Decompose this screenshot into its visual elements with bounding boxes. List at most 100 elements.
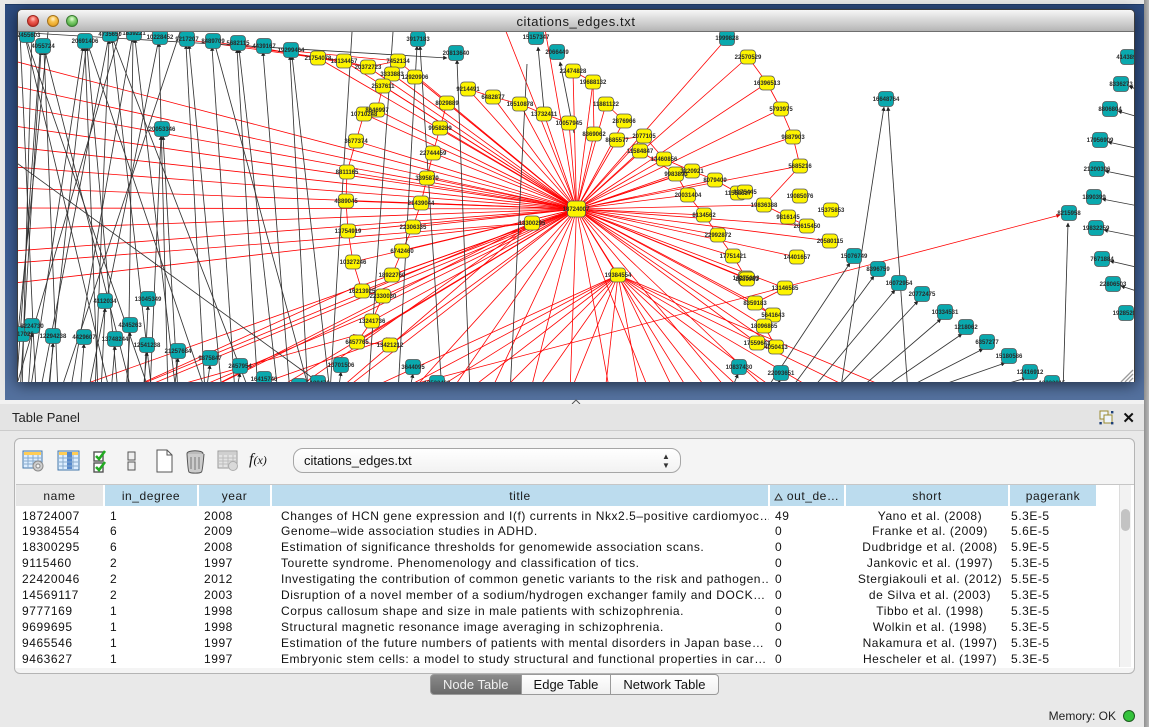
svg-text:5641643: 5641643 bbox=[761, 313, 785, 319]
svg-text:20813640: 20813640 bbox=[443, 51, 470, 57]
svg-text:22306335: 22306335 bbox=[400, 225, 427, 231]
svg-text:4429607: 4429607 bbox=[72, 335, 96, 341]
svg-text:12294238: 12294238 bbox=[40, 334, 67, 340]
svg-text:13701506: 13701506 bbox=[328, 363, 355, 369]
svg-text:8396759: 8396759 bbox=[866, 267, 890, 273]
svg-text:8224730: 8224730 bbox=[20, 324, 44, 330]
svg-text:12416912: 12416912 bbox=[1017, 370, 1044, 376]
svg-text:5793975: 5793975 bbox=[769, 107, 793, 113]
svg-text:22093651: 22093651 bbox=[768, 371, 795, 377]
svg-text:2537611: 2537611 bbox=[371, 84, 395, 90]
svg-text:5682115: 5682115 bbox=[226, 41, 250, 47]
svg-text:9214491: 9214491 bbox=[456, 87, 480, 93]
svg-text:20691406: 20691406 bbox=[72, 39, 99, 45]
svg-text:19836388: 19836388 bbox=[751, 203, 778, 209]
svg-text:13754919: 13754919 bbox=[335, 229, 362, 235]
svg-text:19688132: 19688132 bbox=[580, 80, 607, 86]
svg-text:8369062: 8369062 bbox=[582, 132, 606, 138]
svg-text:7452134: 7452134 bbox=[386, 59, 410, 65]
svg-text:19523409: 19523409 bbox=[424, 381, 451, 382]
svg-text:15375853: 15375853 bbox=[818, 208, 845, 214]
svg-text:16510878: 16510878 bbox=[507, 102, 534, 108]
svg-text:20031404: 20031404 bbox=[675, 193, 702, 199]
svg-text:21754078: 21754078 bbox=[305, 56, 332, 62]
svg-text:10327246: 10327246 bbox=[340, 260, 367, 266]
svg-text:16396513: 16396513 bbox=[754, 81, 781, 87]
svg-text:6482877: 6482877 bbox=[481, 95, 505, 101]
svg-text:12920906: 12920906 bbox=[402, 75, 429, 81]
svg-text:18096865: 18096865 bbox=[751, 324, 778, 330]
svg-text:21257684: 21257684 bbox=[165, 349, 192, 355]
svg-text:11881122: 11881122 bbox=[593, 102, 620, 108]
svg-text:13241736: 13241736 bbox=[359, 319, 386, 325]
svg-text:4112034: 4112034 bbox=[93, 299, 117, 305]
svg-text:19832259: 19832259 bbox=[1083, 226, 1110, 232]
svg-text:7671884: 7671884 bbox=[1090, 257, 1114, 263]
svg-text:18724007: 18724007 bbox=[563, 207, 590, 213]
svg-text:18300295: 18300295 bbox=[519, 221, 546, 227]
svg-text:19384554: 19384554 bbox=[605, 273, 632, 279]
svg-text:22992872: 22992872 bbox=[705, 233, 732, 239]
svg-text:21439044: 21439044 bbox=[408, 201, 435, 207]
svg-text:8134562: 8134562 bbox=[692, 213, 716, 219]
svg-text:12541238: 12541238 bbox=[134, 343, 161, 349]
svg-text:1839221: 1839221 bbox=[122, 32, 146, 37]
svg-text:19085076: 19085076 bbox=[787, 194, 814, 200]
svg-text:4735650: 4735650 bbox=[98, 32, 122, 38]
svg-text:16415740: 16415740 bbox=[251, 377, 278, 382]
svg-text:22474828: 22474828 bbox=[560, 69, 587, 75]
svg-text:6217026: 6217026 bbox=[18, 332, 34, 338]
svg-text:20372723: 20372723 bbox=[355, 65, 382, 71]
svg-text:8336273: 8336273 bbox=[1109, 82, 1133, 88]
svg-text:4439167: 4439167 bbox=[252, 44, 276, 50]
svg-text:15180586: 15180586 bbox=[996, 354, 1023, 360]
svg-text:8359183: 8359183 bbox=[743, 301, 767, 307]
svg-text:17751421: 17751421 bbox=[720, 254, 747, 260]
svg-text:8489709: 8489709 bbox=[201, 39, 225, 45]
svg-text:9816145: 9816145 bbox=[776, 215, 800, 221]
svg-text:8806804: 8806804 bbox=[1098, 107, 1122, 113]
svg-text:19299464: 19299464 bbox=[278, 48, 305, 54]
svg-text:4143890: 4143890 bbox=[1116, 55, 1134, 61]
svg-text:4050413: 4050413 bbox=[764, 345, 788, 351]
svg-text:4245263: 4245263 bbox=[118, 323, 142, 329]
svg-text:21200396: 21200396 bbox=[1084, 167, 1111, 173]
svg-text:19285201: 19285201 bbox=[1113, 311, 1134, 317]
svg-text:8685577: 8685577 bbox=[605, 138, 629, 144]
svg-text:5685216: 5685216 bbox=[788, 164, 812, 170]
svg-text:4055724: 4055724 bbox=[31, 44, 55, 50]
svg-text:10837430: 10837430 bbox=[726, 365, 753, 371]
svg-text:1890399: 1890399 bbox=[1082, 195, 1106, 201]
svg-text:10323815: 10323815 bbox=[1039, 381, 1066, 382]
svg-text:9275445: 9275445 bbox=[733, 190, 757, 196]
svg-text:1218062: 1218062 bbox=[954, 325, 978, 331]
svg-text:6742460: 6742460 bbox=[390, 249, 414, 255]
svg-text:9887903: 9887903 bbox=[781, 135, 805, 141]
svg-text:8079409: 8079409 bbox=[703, 178, 727, 184]
svg-text:9958289: 9958289 bbox=[428, 126, 452, 132]
svg-text:20580115: 20580115 bbox=[817, 239, 844, 245]
svg-text:8215958: 8215958 bbox=[1057, 211, 1081, 217]
svg-text:20615450: 20615450 bbox=[794, 224, 821, 230]
svg-text:5188470: 5188470 bbox=[306, 381, 330, 382]
svg-text:13045349: 13045349 bbox=[135, 297, 162, 303]
svg-text:22330030: 22330030 bbox=[370, 294, 397, 300]
svg-text:10228452: 10228452 bbox=[147, 35, 174, 41]
svg-text:6357277: 6357277 bbox=[975, 340, 999, 346]
svg-text:20772475: 20772475 bbox=[909, 292, 936, 298]
svg-text:2077105: 2077105 bbox=[632, 134, 656, 140]
svg-text:15076749: 15076749 bbox=[841, 254, 868, 260]
svg-text:11584847: 11584847 bbox=[627, 149, 654, 155]
svg-text:16072954: 16072954 bbox=[886, 281, 913, 287]
svg-text:9875847: 9875847 bbox=[198, 356, 222, 362]
svg-text:22744459: 22744459 bbox=[420, 151, 447, 157]
svg-text:22455603: 22455603 bbox=[18, 33, 41, 39]
svg-text:6457765: 6457765 bbox=[345, 340, 369, 346]
svg-text:3917183: 3917183 bbox=[406, 37, 430, 43]
svg-text:10334531: 10334531 bbox=[932, 310, 959, 316]
svg-text:15157347: 15157347 bbox=[523, 35, 550, 41]
svg-text:2457954: 2457954 bbox=[228, 364, 252, 370]
svg-text:8029889: 8029889 bbox=[435, 101, 459, 107]
svg-text:2580963: 2580963 bbox=[735, 277, 759, 283]
svg-text:10710248: 10710248 bbox=[351, 112, 378, 118]
